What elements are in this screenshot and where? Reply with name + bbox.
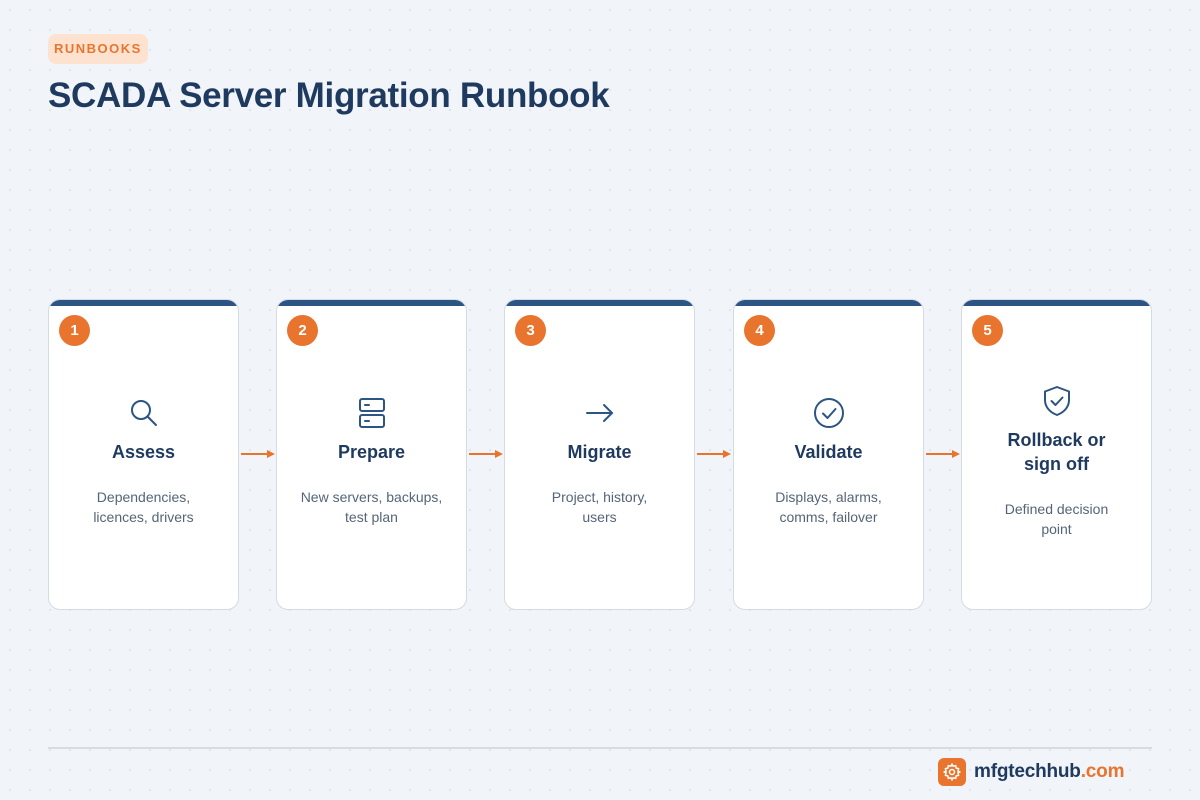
arrow-right-icon	[583, 396, 617, 430]
card-top-bar	[962, 300, 1151, 306]
step-title: Migrate	[567, 442, 632, 462]
page-title: SCADA Server Migration Runbook	[48, 76, 610, 115]
step-card-rollback: 5 Rollback or sign off Defined decision …	[961, 299, 1152, 610]
step-number: 2	[287, 315, 318, 346]
step-number: 1	[59, 315, 90, 346]
card-top-bar	[277, 300, 466, 306]
step-number: 3	[515, 315, 546, 346]
check-circle-icon	[812, 396, 846, 430]
step-description: New servers, backups, test plan	[300, 489, 443, 525]
step-card-assess: 1 Assess Dependencies, licences, drivers	[48, 299, 239, 610]
brand-name: mfgtechhub.com	[974, 761, 1125, 782]
step-title: Rollback or sign off	[1007, 430, 1106, 474]
footer-divider	[48, 747, 1152, 749]
brand-logo[interactable]: mfgtechhub.com	[938, 758, 1124, 786]
step-title: Assess	[111, 442, 176, 462]
card-top-bar	[505, 300, 694, 306]
shield-check-icon	[1040, 384, 1074, 418]
step-card-prepare: 2 Prepare New servers, backups, test pla…	[276, 299, 467, 610]
flow-arrow-icon	[697, 450, 731, 458]
step-number: 4	[744, 315, 775, 346]
step-title: Prepare	[337, 442, 406, 462]
search-icon	[127, 396, 161, 430]
step-description: Defined decision point	[1004, 501, 1109, 537]
step-title: Validate	[794, 442, 863, 462]
flow-arrow-icon	[241, 450, 275, 458]
step-description: Project, history, users	[551, 489, 648, 525]
card-top-bar	[734, 300, 923, 306]
server-icon	[355, 396, 389, 430]
step-description: Dependencies, licences, drivers	[93, 489, 194, 525]
flow-arrow-icon	[469, 450, 503, 458]
step-description: Displays, alarms, comms, failover	[775, 489, 882, 525]
card-top-bar	[49, 300, 238, 306]
step-card-validate: 4 Validate Displays, alarms, comms, fail…	[733, 299, 924, 610]
step-number: 5	[972, 315, 1003, 346]
gear-icon	[938, 758, 966, 786]
flow-arrow-icon	[926, 450, 960, 458]
step-card-migrate: 3 Migrate Project, history, users	[504, 299, 695, 610]
runbooks-badge: RUNBOOKS	[48, 34, 148, 64]
